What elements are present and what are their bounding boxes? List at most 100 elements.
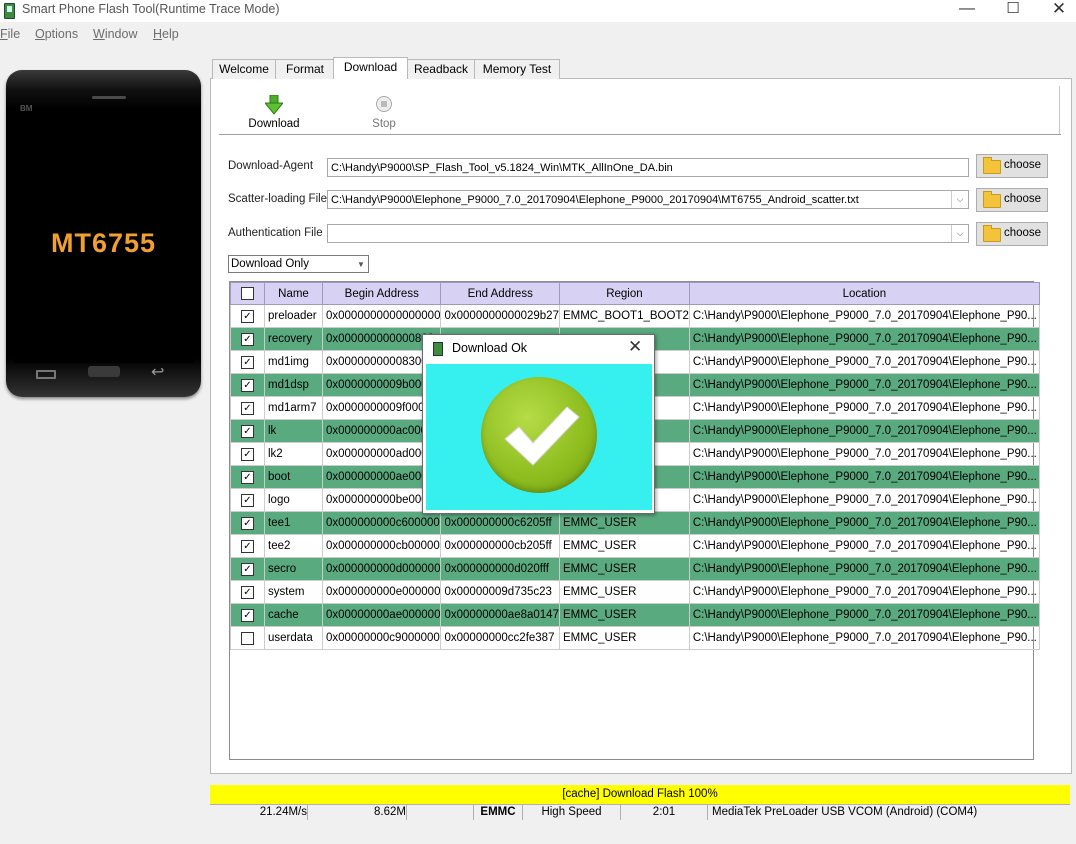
- download-agent-choose-button[interactable]: choose: [976, 154, 1048, 178]
- row-checkbox[interactable]: ✓: [241, 447, 254, 461]
- menu-file[interactable]: File: [0, 27, 20, 41]
- row-checkbox[interactable]: ✓: [241, 539, 254, 553]
- auth-choose-button[interactable]: choose: [976, 222, 1048, 246]
- row-checkbox-cell: ✓: [230, 304, 265, 328]
- download-arrow-icon[interactable]: [265, 95, 283, 115]
- table-row[interactable]: userdata 0x00000000c9000000 0x00000000cc2f…: [230, 626, 1040, 650]
- menu-window[interactable]: Window: [93, 27, 137, 41]
- row-checkbox[interactable]: ✓: [241, 332, 254, 346]
- table-row[interactable]: ✓ cache 0x00000000ae000000 0x00000000ae8a01…: [230, 603, 1040, 627]
- cell-region: EMMC_USER: [558, 534, 690, 558]
- scatter-file-label: Scatter-loading File: [228, 193, 328, 205]
- maximize-button[interactable]: ☐: [990, 0, 1036, 22]
- scatter-file-value: C:\Handy\P9000\Elephone_P9000_7.0_201709…: [331, 194, 859, 206]
- row-checkbox-cell: ✓: [230, 465, 265, 489]
- select-all-header[interactable]: [230, 282, 265, 305]
- phone-home-key-icon: [88, 366, 120, 377]
- row-checkbox[interactable]: ✓: [241, 355, 254, 369]
- row-checkbox-cell: ✓: [230, 373, 265, 397]
- tab-format[interactable]: Format: [275, 59, 335, 79]
- row-checkbox-cell: ✓: [230, 603, 265, 627]
- row-checkbox[interactable]: ✓: [241, 378, 254, 392]
- download-button[interactable]: Download: [239, 118, 309, 130]
- row-checkbox[interactable]: ✓: [241, 424, 254, 438]
- cell-location: C:\Handy\P9000\Elephone_P9000_7.0_201709…: [688, 327, 1040, 351]
- scatter-file-dropdown[interactable]: C:\Handy\P9000\Elephone_P9000_7.0_201709…: [327, 190, 969, 209]
- cell-location: C:\Handy\P9000\Elephone_P9000_7.0_201709…: [688, 396, 1040, 420]
- auth-file-dropdown[interactable]: ⌵: [327, 224, 969, 243]
- cell-name: lk2: [264, 442, 323, 466]
- cell-name: tee2: [264, 534, 323, 558]
- dialog-close-button[interactable]: ✕: [628, 337, 642, 357]
- tab-download[interactable]: Download: [333, 57, 408, 79]
- cell-end: 0x00000000cc2fe387: [440, 626, 560, 650]
- row-checkbox-cell: ✓: [230, 557, 265, 581]
- phone-back-key-icon: ↩: [151, 364, 165, 381]
- status-size: 8.62M: [308, 805, 407, 820]
- tab-welcome[interactable]: Welcome: [212, 59, 276, 79]
- cell-region: EMMC_USER: [558, 557, 690, 581]
- menu-file-label: File: [0, 27, 21, 41]
- download-mode-select[interactable]: Download Only ▼: [228, 255, 369, 273]
- cell-name: md1arm7: [264, 396, 323, 420]
- window-title: Smart Phone Flash Tool(Runtime Trace Mod…: [22, 2, 280, 16]
- row-checkbox[interactable]: ✓: [241, 608, 254, 622]
- column-header-region[interactable]: Region: [558, 282, 690, 305]
- cell-location: C:\Handy\P9000\Elephone_P9000_7.0_201709…: [688, 557, 1040, 581]
- phone-menu-key-icon: [36, 370, 56, 379]
- cell-location: C:\Handy\P9000\Elephone_P9000_7.0_201709…: [688, 350, 1040, 374]
- column-header-name[interactable]: Name: [264, 282, 323, 305]
- dialog-app-icon: [433, 342, 443, 356]
- menu-bar: File Options Window Help: [0, 25, 1076, 45]
- stop-icon: [376, 96, 392, 112]
- tab-memory-test[interactable]: Memory Test: [474, 59, 560, 79]
- close-button[interactable]: ✕: [1036, 0, 1076, 22]
- tab-readback[interactable]: Readback: [407, 59, 475, 79]
- row-checkbox[interactable]: ✓: [241, 585, 254, 599]
- cell-location: C:\Handy\P9000\Elephone_P9000_7.0_201709…: [688, 465, 1040, 489]
- row-checkbox[interactable]: ✓: [241, 309, 254, 323]
- phone-chip-label: MT6755: [50, 228, 157, 258]
- table-row[interactable]: ✓ tee1 0x000000000c600000 0x000000000c6205f…: [230, 511, 1040, 535]
- column-header-location[interactable]: Location: [688, 282, 1040, 305]
- row-checkbox-cell: ✓: [230, 350, 265, 374]
- download-agent-field[interactable]: C:\Handy\P9000\SP_Flash_Tool_v5.1824_Win…: [327, 158, 969, 177]
- table-row[interactable]: ✓ preloader 0x0000000000000000 0x0000000000…: [230, 304, 1040, 328]
- row-checkbox-cell: ✓: [230, 419, 265, 443]
- column-header-begin[interactable]: Begin Address: [321, 282, 442, 305]
- menu-help[interactable]: Help: [153, 27, 179, 41]
- row-checkbox[interactable]: ✓: [241, 493, 254, 507]
- chevron-down-icon[interactable]: ⌵: [951, 225, 968, 242]
- checkmark-shape: [504, 406, 580, 466]
- dialog-title: Download Ok: [452, 341, 528, 355]
- cell-region: EMMC_USER: [558, 603, 690, 627]
- dropdown-arrow-icon[interactable]: ▼: [354, 256, 368, 273]
- row-checkbox-cell: ✓: [230, 488, 265, 512]
- table-row[interactable]: ✓ secro 0x000000000d000000 0x000000000d020f…: [230, 557, 1040, 581]
- cell-location: C:\Handy\P9000\Elephone_P9000_7.0_201709…: [688, 626, 1040, 650]
- phone-brand: BM: [20, 104, 33, 113]
- cell-name: boot: [264, 465, 323, 489]
- menu-help-label: Help: [153, 27, 179, 41]
- cell-name: logo: [264, 488, 323, 512]
- select-all-checkbox[interactable]: [241, 287, 254, 300]
- download-ok-dialog: Download Ok ✕: [422, 334, 655, 514]
- row-checkbox[interactable]: ✓: [241, 516, 254, 530]
- row-checkbox[interactable]: ✓: [241, 470, 254, 484]
- table-row[interactable]: ✓ system 0x000000000e000000 0x00000009d735c…: [230, 580, 1040, 604]
- minimize-button[interactable]: —: [944, 0, 990, 22]
- cell-begin: 0x000000000cb00000: [321, 534, 442, 558]
- status-storage: EMMC: [474, 805, 523, 820]
- column-header-end[interactable]: End Address: [440, 282, 560, 305]
- app-icon: [4, 3, 15, 19]
- chevron-down-icon[interactable]: ⌵: [951, 191, 968, 208]
- cell-name: recovery: [264, 327, 323, 351]
- row-checkbox[interactable]: ✓: [241, 401, 254, 415]
- scatter-choose-button[interactable]: choose: [976, 188, 1048, 212]
- row-checkbox[interactable]: ✓: [241, 562, 254, 576]
- cell-end: 0x00000000ae8a0147: [440, 603, 560, 627]
- cell-name: md1img: [264, 350, 323, 374]
- menu-options[interactable]: Options: [35, 27, 78, 41]
- row-checkbox[interactable]: [241, 631, 254, 645]
- table-row[interactable]: ✓ tee2 0x000000000cb00000 0x000000000cb205f…: [230, 534, 1040, 558]
